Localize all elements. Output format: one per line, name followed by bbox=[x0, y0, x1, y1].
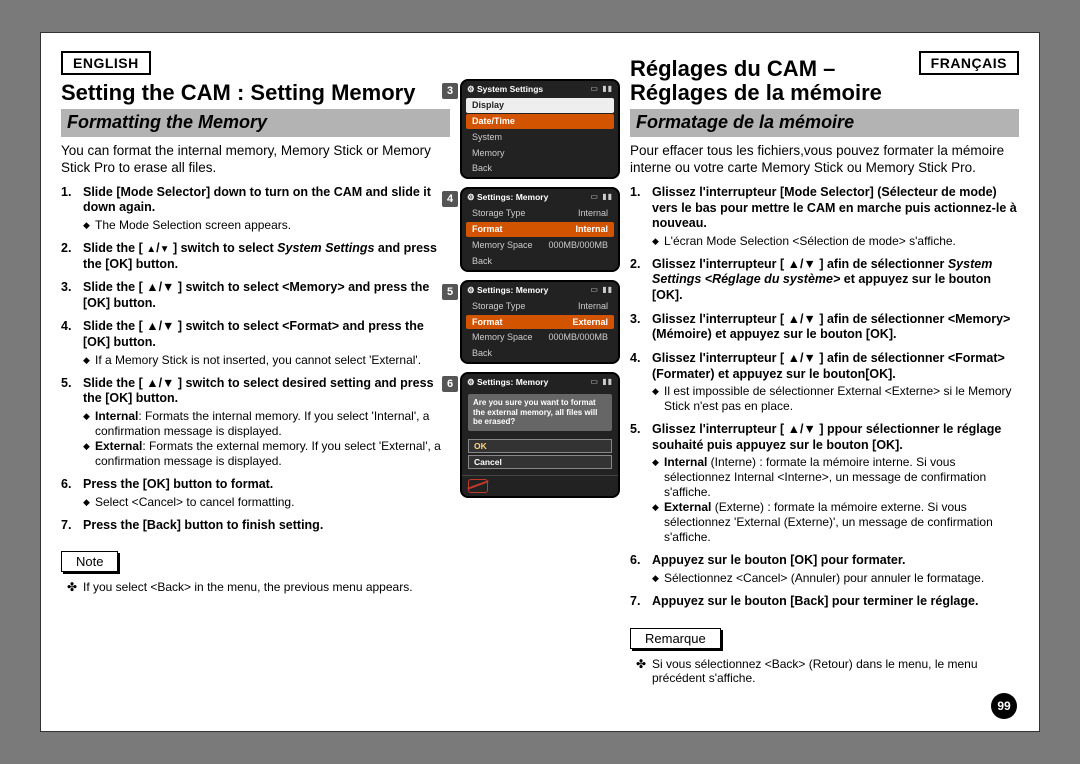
note-fr: Si vous sélectionnez <Back> (Retour) dan… bbox=[630, 657, 1019, 685]
subtitle-fr: Formatage de la mémoire bbox=[630, 109, 1019, 137]
page-number: 99 bbox=[991, 693, 1017, 719]
french-column: FRANÇAIS Réglages du CAM – Réglages de l… bbox=[630, 51, 1019, 689]
title-en: Setting the CAM : Setting Memory bbox=[61, 81, 450, 105]
intro-en: You can format the internal memory, Memo… bbox=[61, 143, 450, 177]
lang-badge-fr: FRANÇAIS bbox=[919, 51, 1019, 75]
steps-fr: 1.Glissez l'interrupteur [Mode Selector]… bbox=[630, 185, 1019, 610]
lang-badge-en: ENGLISH bbox=[61, 51, 151, 75]
manual-page: ENGLISH Setting the CAM : Setting Memory… bbox=[40, 32, 1040, 732]
steps-en: 1.Slide [Mode Selector] down to turn on … bbox=[61, 185, 450, 534]
subtitle-en: Formatting the Memory bbox=[61, 109, 450, 137]
note-en: If you select <Back> in the menu, the pr… bbox=[61, 580, 450, 594]
note-label-fr: Remarque bbox=[630, 628, 721, 649]
english-column: ENGLISH Setting the CAM : Setting Memory… bbox=[61, 51, 450, 689]
note-label-en: Note bbox=[61, 551, 118, 572]
lcd-column: 3⚙ System Settings▭ ▮▮DisplayDate/TimeSy… bbox=[456, 51, 624, 689]
intro-fr: Pour effacer tous les fichiers,vous pouv… bbox=[630, 143, 1019, 177]
